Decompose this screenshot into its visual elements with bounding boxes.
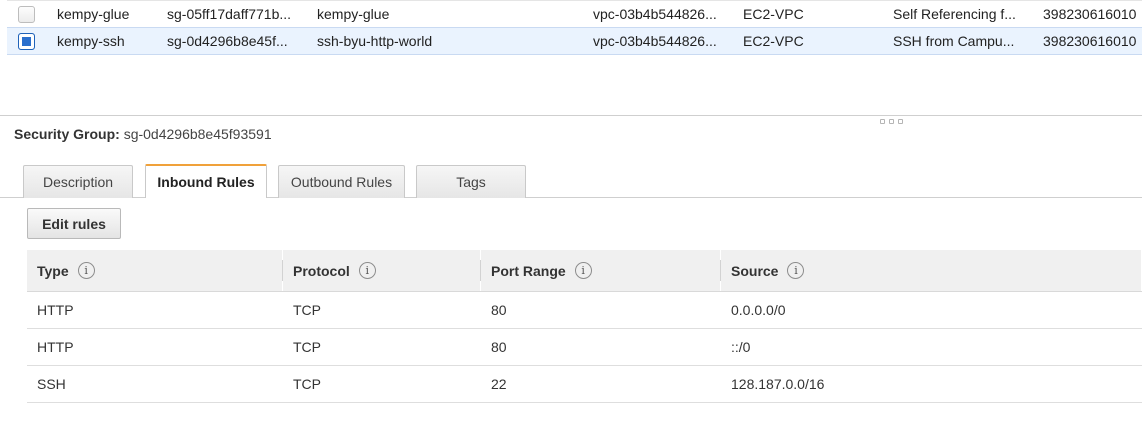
sg-platform: EC2-VPC: [743, 6, 804, 22]
sg-name: kempy-ssh: [57, 33, 125, 49]
rule-protocol: TCP: [293, 376, 321, 392]
info-icon[interactable]: i: [77, 262, 95, 279]
detail-tabs: Description Inbound Rules Outbound Rules…: [0, 164, 1142, 198]
table-header: Type i Protocol i Port Range i Source i: [27, 250, 1142, 292]
info-icon[interactable]: i: [787, 262, 805, 279]
sg-group-id: sg-05ff17daff771b...: [167, 6, 292, 22]
info-icon[interactable]: i: [574, 262, 592, 279]
column-header-port-range[interactable]: Port Range i: [481, 250, 721, 291]
sg-description: SSH from Campu...: [893, 33, 1015, 49]
column-header-source[interactable]: Source i: [721, 250, 1142, 291]
column-header-protocol[interactable]: Protocol i: [283, 250, 481, 291]
tab-tags[interactable]: Tags: [416, 165, 526, 198]
tab-outbound-rules[interactable]: Outbound Rules: [278, 165, 405, 198]
rule-source: 128.187.0.0/16: [731, 376, 825, 392]
rule-port-range: 80: [491, 339, 507, 355]
sg-platform: EC2-VPC: [743, 33, 804, 49]
column-header-label: Port Range: [491, 262, 566, 279]
column-header-label: Protocol: [293, 262, 350, 279]
detail-title: Security Group: sg-0d4296b8e45f93591: [14, 126, 272, 142]
row-checkbox-cell: [7, 5, 57, 23]
rule-source: ::/0: [731, 339, 751, 355]
rule-protocol: TCP: [293, 339, 321, 355]
row-checkbox[interactable]: [18, 5, 35, 23]
edit-rules-button[interactable]: Edit rules: [27, 208, 121, 239]
table-row: HTTP TCP 80 ::/0: [27, 329, 1142, 366]
rule-source: 0.0.0.0/0: [731, 302, 786, 318]
row-checkbox-checked[interactable]: [18, 32, 35, 50]
security-group-list: kempy-glue sg-05ff17daff771b... kempy-gl…: [7, 0, 1142, 55]
row-checkbox-cell: [7, 32, 57, 50]
rule-port-range: 80: [491, 302, 507, 318]
security-group-row-selected[interactable]: kempy-ssh sg-0d4296b8e45f... ssh-byu-htt…: [7, 27, 1142, 55]
inbound-rules-table: Type i Protocol i Port Range i Source i …: [27, 250, 1142, 403]
sg-name: kempy-glue: [57, 6, 130, 22]
sg-group-id: sg-0d4296b8e45f...: [167, 33, 288, 49]
detail-group-id: sg-0d4296b8e45f93591: [123, 126, 272, 142]
sg-vpc-id: vpc-03b4b544826...: [593, 33, 717, 49]
tab-description[interactable]: Description: [23, 165, 133, 198]
tab-inbound-rules[interactable]: Inbound Rules: [145, 164, 267, 198]
table-row: SSH TCP 22 128.187.0.0/16: [27, 366, 1142, 403]
column-header-type[interactable]: Type i: [27, 250, 283, 291]
rule-type: SSH: [37, 376, 66, 392]
resize-grip-icon[interactable]: [880, 119, 903, 124]
info-icon[interactable]: i: [358, 262, 376, 279]
rule-protocol: TCP: [293, 302, 321, 318]
sg-group-name: kempy-glue: [317, 6, 390, 22]
detail-label: Security Group:: [14, 126, 120, 142]
sg-vpc-id: vpc-03b4b544826...: [593, 6, 717, 22]
table-row: HTTP TCP 80 0.0.0.0/0: [27, 292, 1142, 329]
sg-group-name: ssh-byu-http-world: [317, 33, 433, 49]
rule-type: HTTP: [37, 302, 74, 318]
sg-owner: 398230616010: [1043, 33, 1137, 49]
sg-owner: 398230616010: [1043, 6, 1137, 22]
column-header-label: Type: [37, 262, 69, 279]
rule-port-range: 22: [491, 376, 507, 392]
column-header-label: Source: [731, 262, 779, 279]
rule-type: HTTP: [37, 339, 74, 355]
pane-splitter[interactable]: [0, 115, 1142, 116]
security-group-row[interactable]: kempy-glue sg-05ff17daff771b... kempy-gl…: [7, 0, 1142, 28]
sg-description: Self Referencing f...: [893, 6, 1016, 22]
